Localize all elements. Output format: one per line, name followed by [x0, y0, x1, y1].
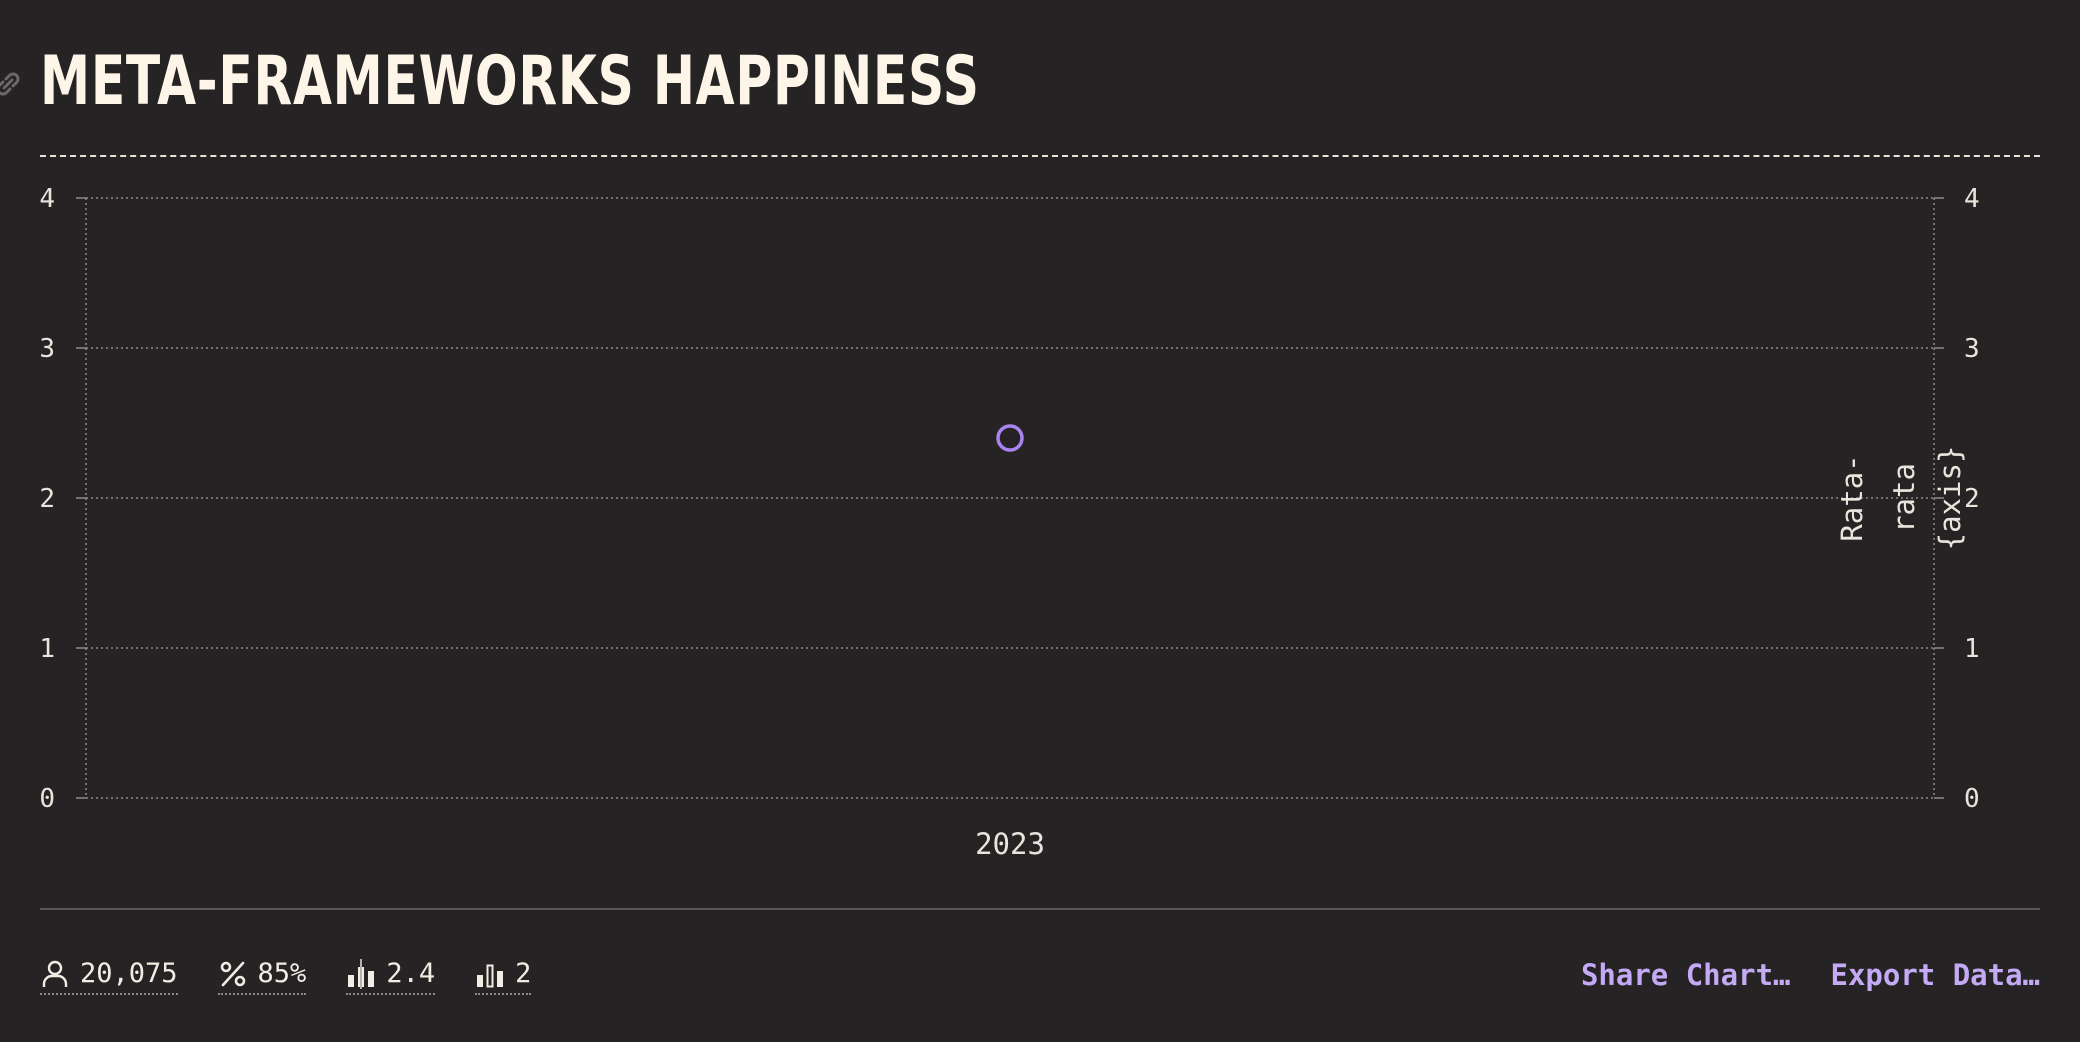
- y-tick-label: 0: [39, 784, 55, 814]
- median-stat[interactable]: 2: [475, 958, 532, 995]
- y2-tick-label: 0: [1964, 784, 1980, 814]
- average-stat[interactable]: 2.4: [346, 958, 436, 995]
- x-axis: 2023: [975, 827, 1045, 861]
- average-value: 2.4: [386, 958, 436, 989]
- respondents-stat[interactable]: 20,075: [40, 958, 178, 995]
- user-icon: [42, 960, 68, 987]
- percentage-stat[interactable]: 85%: [217, 958, 307, 995]
- average-bars-icon: [348, 958, 375, 989]
- y2-tick-label: 4: [1964, 184, 1980, 214]
- y2-label-line: Rata-: [1835, 454, 1869, 541]
- export-data-button[interactable]: Export Data…: [1830, 958, 2040, 992]
- y2-tick-label: 3: [1964, 334, 1980, 364]
- grid-lines: [85, 197, 1935, 799]
- y-tick-label: 2: [39, 484, 55, 514]
- stats-bar: 20,075 85% 2.4 2: [40, 958, 532, 995]
- share-chart-button[interactable]: Share Chart…: [1581, 958, 1791, 992]
- right-axis-label: Rata-rata {axis}: [1835, 446, 1967, 551]
- chart: 0 1 2 3 4 0 1 2 3 4 2023 Rata-rata {axis}: [39, 184, 1980, 861]
- y-tick-label: 1: [39, 634, 55, 664]
- title-divider: [40, 155, 2040, 157]
- x-tick-label: 2023: [975, 827, 1045, 861]
- percent-icon: [220, 961, 245, 986]
- median-bars-icon: [477, 964, 504, 987]
- data-points: [996, 424, 1024, 452]
- data-point: [996, 424, 1024, 452]
- respondents-value: 20,075: [80, 958, 178, 989]
- footer-divider: [40, 908, 2040, 910]
- percentage-value: 85%: [257, 958, 307, 989]
- page-title: META-FRAMEWORKS HAPPINESS: [40, 42, 980, 121]
- left-y-axis: 0 1 2 3 4: [39, 184, 86, 814]
- chart-actions: Share Chart… Export Data…: [1581, 958, 2040, 992]
- link-icon[interactable]: [0, 70, 22, 98]
- y-tick-label: 3: [39, 334, 55, 364]
- median-value: 2: [515, 958, 532, 989]
- y2-label-line: {axis}: [1933, 446, 1967, 551]
- y2-label-line: rata: [1887, 463, 1921, 533]
- y2-tick-label: 1: [1964, 634, 1980, 664]
- y-tick-label: 4: [39, 184, 55, 214]
